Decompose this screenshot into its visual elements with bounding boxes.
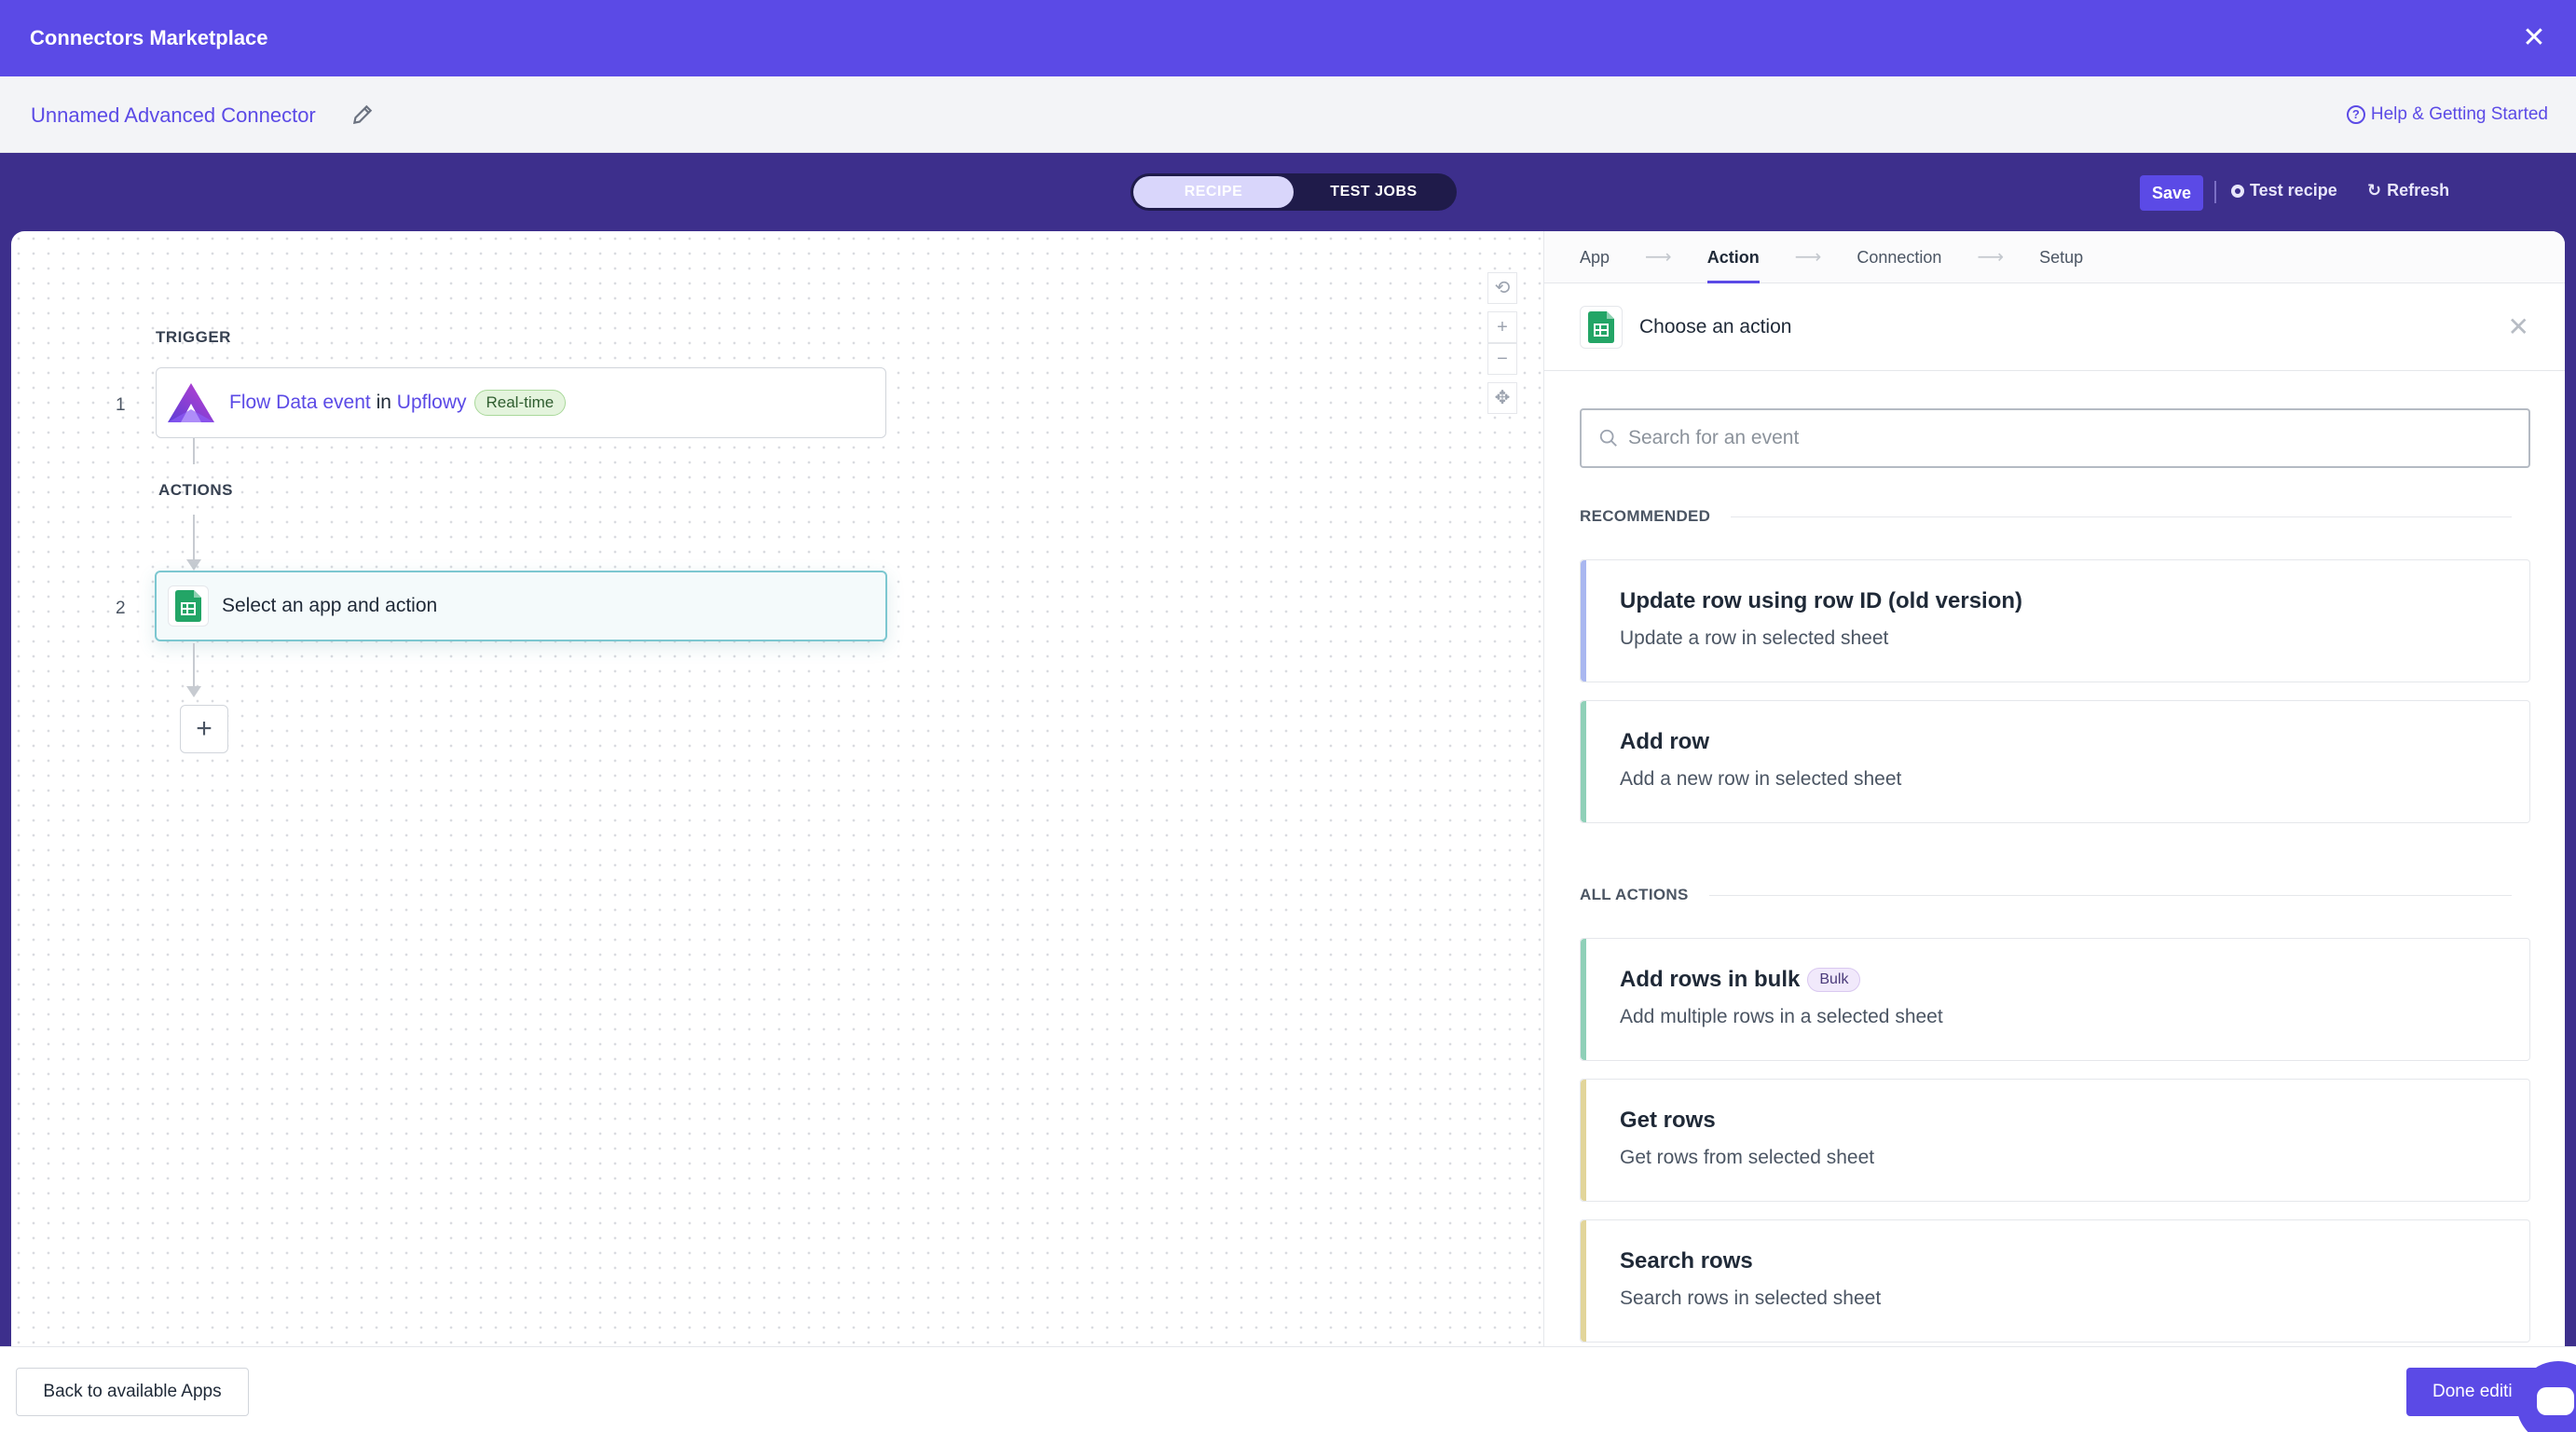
- action-description: Get rows from selected sheet: [1620, 1147, 1875, 1168]
- recipe-canvas[interactable]: ⟲ + − ✥ TRIGGER 1 Flow Data event in Upf…: [11, 231, 1543, 1346]
- top-bar: Connectors Marketplace ✕: [0, 0, 2576, 76]
- recipe-toolbar: RECIPE TEST JOBS Save Test recipe ↻ Refr…: [0, 153, 2576, 231]
- test-recipe-button[interactable]: Test recipe: [2231, 181, 2337, 200]
- close-icon[interactable]: ✕: [2508, 311, 2529, 342]
- close-icon[interactable]: ✕: [2518, 22, 2550, 54]
- all-actions-label: ALL ACTIONS: [1580, 886, 1689, 903]
- bulk-badge: Bulk: [1807, 968, 1861, 992]
- step-number: 1: [116, 395, 126, 415]
- connector-name[interactable]: Unnamed Advanced Connector: [31, 103, 316, 128]
- connector-line: [193, 438, 195, 464]
- action-title: Add row: [1620, 729, 1709, 754]
- all-actions-heading: ALL ACTIONS: [1580, 886, 2512, 904]
- event-search[interactable]: [1580, 408, 2530, 468]
- step-number: 2: [116, 599, 126, 618]
- card-accent: [1581, 1220, 1586, 1342]
- arrow-right-icon: ⟶: [1794, 247, 1822, 268]
- wizard-step-setup[interactable]: Setup: [2039, 231, 2083, 283]
- card-accent: [1581, 1080, 1586, 1201]
- choose-action-header: Choose an action ✕: [1544, 283, 2565, 371]
- card-accent: [1581, 701, 1586, 822]
- realtime-badge: Real-time: [473, 390, 567, 416]
- undo-icon[interactable]: ⟲: [1487, 272, 1517, 304]
- refresh-label: Refresh: [2387, 181, 2450, 200]
- action-description: Update a row in selected sheet: [1620, 627, 1889, 649]
- google-sheets-icon: [1580, 305, 1623, 349]
- wizard-step-connection[interactable]: Connection: [1857, 231, 1941, 283]
- choose-action-title: Choose an action: [1639, 315, 1792, 337]
- back-to-apps-button[interactable]: Back to available Apps: [16, 1368, 249, 1416]
- action-item[interactable]: Get rows Get rows from selected sheet: [1580, 1079, 2530, 1202]
- action-description: Search rows in selected sheet: [1620, 1287, 1882, 1309]
- action-step-card[interactable]: Select an app and action: [155, 571, 887, 641]
- save-button[interactable]: Save: [2140, 175, 2203, 211]
- page-title: Connectors Marketplace: [30, 26, 268, 49]
- action-item[interactable]: Update row using row ID (old version) Up…: [1580, 559, 2530, 682]
- pencil-icon[interactable]: [350, 103, 375, 127]
- chat-icon: [2537, 1387, 2574, 1415]
- wizard-steps: App ⟶ Action ⟶ Connection ⟶ Setup: [1544, 231, 2565, 283]
- action-picker-panel: App ⟶ Action ⟶ Connection ⟶ Setup Choose…: [1543, 231, 2565, 1346]
- trigger-heading: TRIGGER: [156, 328, 231, 346]
- card-accent: [1581, 560, 1586, 682]
- action-item[interactable]: Add rows in bulk Bulk Add multiple rows …: [1580, 938, 2530, 1061]
- help-link[interactable]: ? Help & Getting Started: [2346, 104, 2548, 125]
- work-area: ⟲ + − ✥ TRIGGER 1 Flow Data event in Upf…: [0, 231, 2576, 1346]
- upflowy-logo: [168, 383, 214, 422]
- wizard-step-action[interactable]: Action: [1706, 231, 1760, 283]
- mode-switch: RECIPE TEST JOBS: [1130, 173, 1457, 211]
- action-description: Add a new row in selected sheet: [1620, 768, 1902, 790]
- record-icon: [2231, 184, 2244, 198]
- trigger-in-word: in: [376, 392, 391, 413]
- connector-line: [193, 515, 195, 563]
- arrow-right-icon: ⟶: [1977, 247, 2005, 268]
- action-step-label: Select an app and action: [222, 595, 438, 616]
- action-item[interactable]: Add row Add a new row in selected sheet: [1580, 700, 2530, 823]
- search-input[interactable]: [1628, 427, 2523, 449]
- trigger-step-card[interactable]: Flow Data event in Upflowy Real-time: [156, 367, 886, 438]
- arrow-right-icon: ⟶: [1645, 247, 1672, 268]
- actions-heading: ACTIONS: [158, 481, 233, 499]
- google-sheets-icon: [168, 585, 209, 626]
- action-description: Add multiple rows in a selected sheet: [1620, 1006, 1943, 1027]
- action-title: Search rows: [1620, 1248, 1753, 1274]
- trigger-description: Flow Data event in Upflowy: [229, 392, 467, 414]
- refresh-icon: ↻: [2367, 181, 2382, 200]
- card-accent: [1581, 939, 1586, 1060]
- tab-test-jobs[interactable]: TEST JOBS: [1294, 176, 1454, 208]
- connector-line: [193, 643, 195, 688]
- wizard-step-app[interactable]: App: [1580, 231, 1610, 283]
- action-title: Get rows: [1620, 1108, 1716, 1133]
- search-icon: [1599, 429, 1617, 447]
- help-label: Help & Getting Started: [2370, 104, 2548, 124]
- recommended-heading: RECOMMENDED: [1580, 507, 2512, 526]
- test-recipe-label: Test recipe: [2250, 181, 2337, 200]
- question-circle-icon: ?: [2346, 105, 2365, 124]
- add-step-button[interactable]: +: [180, 705, 228, 753]
- toolbar-divider: [2214, 181, 2216, 203]
- trigger-app-link[interactable]: Upflowy: [397, 392, 467, 413]
- canvas-controls: ⟲ + − ✥: [1487, 272, 1517, 414]
- zoom-out-icon[interactable]: −: [1487, 343, 1517, 375]
- recommended-label: RECOMMENDED: [1580, 507, 1711, 525]
- connector-header: Unnamed Advanced Connector ? Help & Gett…: [0, 76, 2576, 153]
- zoom-in-icon[interactable]: +: [1487, 311, 1517, 343]
- action-title-row: Add rows in bulk Bulk: [1620, 967, 2529, 993]
- arrow-down-icon: [186, 559, 201, 571]
- refresh-button[interactable]: ↻ Refresh: [2367, 181, 2449, 200]
- arrow-down-icon: [186, 686, 201, 697]
- fit-view-icon[interactable]: ✥: [1487, 382, 1517, 414]
- trigger-event-link[interactable]: Flow Data event: [229, 392, 371, 413]
- action-title: Update row using row ID (old version): [1620, 588, 2023, 613]
- action-item[interactable]: Search rows Search rows in selected shee…: [1580, 1219, 2530, 1342]
- tab-recipe[interactable]: RECIPE: [1133, 176, 1294, 208]
- footer-bar: Back to available Apps Done editi: [0, 1346, 2576, 1432]
- action-title: Add rows in bulk: [1620, 967, 1801, 992]
